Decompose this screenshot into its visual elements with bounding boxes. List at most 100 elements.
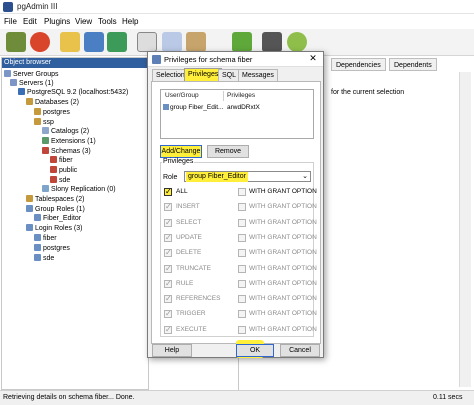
group-role-icon	[163, 104, 169, 110]
menu-file[interactable]: File	[4, 17, 17, 26]
privilege-label: RULE	[176, 279, 194, 287]
checkbox-grant-option[interactable]	[238, 249, 246, 258]
properties-icon[interactable]	[84, 32, 104, 52]
database-icon	[34, 108, 41, 115]
grant-option-label: WITH GRANT OPTION	[249, 218, 317, 226]
schema-icon	[50, 176, 57, 183]
grant-option-label: WITH GRANT OPTION	[249, 310, 317, 318]
tab-sql[interactable]: SQL	[218, 69, 241, 81]
list-row-privileges: arwdDRxtX	[227, 104, 260, 111]
checkbox-update[interactable]	[164, 233, 172, 242]
tree-item[interactable]: fiber	[50, 156, 73, 166]
checkbox-truncate[interactable]	[164, 264, 172, 273]
checkbox-references[interactable]	[164, 294, 172, 304]
cancel-button[interactable]: Cancel	[280, 344, 320, 357]
checkbox-delete[interactable]	[164, 248, 172, 258]
recycle-icon[interactable]	[107, 32, 127, 52]
vertical-scrollbar[interactable]	[459, 72, 471, 387]
grant-option-label: WITH GRANT OPTION	[249, 203, 317, 211]
checkbox-grant-option[interactable]	[238, 325, 246, 334]
checkbox-insert[interactable]	[164, 202, 172, 212]
refresh-icon[interactable]	[30, 32, 50, 52]
checkbox-execute[interactable]	[164, 325, 172, 334]
add-change-button[interactable]: Add/Change	[160, 145, 202, 158]
grant-option-label: WITH GRANT OPTION	[249, 295, 317, 303]
tree-item[interactable]: public	[50, 166, 77, 176]
tree-item[interactable]: sde	[34, 254, 54, 264]
privilege-label: DELETE	[176, 249, 202, 257]
dialog-title: Privileges for schema fiber	[164, 55, 253, 64]
privilege-label: TRIGGER	[176, 310, 206, 318]
checkbox-select[interactable]	[164, 218, 172, 227]
folder-icon[interactable]	[60, 32, 80, 52]
remove-button[interactable]: Remove	[207, 145, 249, 158]
database-icon	[34, 118, 41, 125]
tree-item[interactable]: Slony Replication (0)	[42, 185, 116, 195]
checkbox-all[interactable]	[164, 187, 172, 196]
tree-item[interactable]: Databases (2)	[26, 98, 79, 108]
role-select[interactable]: group Fiber_Editor ⌄	[184, 171, 311, 182]
tree-item[interactable]: Extensions (1)	[42, 137, 96, 147]
checkbox-grant-option[interactable]	[238, 218, 246, 227]
grant-option-label: WITH GRANT OPTION	[249, 249, 317, 257]
tree-item[interactable]: PostgreSQL 9.2 (localhost:5432)	[18, 88, 128, 98]
checkbox-grant-option[interactable]	[238, 279, 246, 288]
checkbox-grant-option[interactable]	[238, 188, 246, 196]
checkbox-grant-option[interactable]	[238, 203, 246, 212]
login-role-icon	[34, 244, 41, 251]
menu-tools[interactable]: Tools	[98, 17, 117, 26]
tree-item[interactable]: Fiber_Editor	[34, 214, 81, 224]
grant-option-label: WITH GRANT OPTION	[249, 279, 317, 287]
table-icon[interactable]	[162, 32, 182, 52]
grant-option-label: WITH GRANT OPTION	[249, 325, 317, 333]
window-title: pgAdmin III	[17, 2, 58, 11]
ok-button[interactable]: OK	[236, 344, 274, 357]
menu-view[interactable]: View	[75, 17, 92, 26]
tree-item[interactable]: Tablespaces (2)	[26, 195, 84, 205]
checkbox-grant-option[interactable]	[238, 295, 246, 304]
window-titlebar: pgAdmin III	[0, 0, 474, 14]
tree-item[interactable]: postgres	[34, 244, 70, 254]
status-bar: Retrieving details on schema fiber... Do…	[0, 390, 474, 405]
extensions-icon	[42, 137, 49, 144]
tab-privileges[interactable]: Privileges	[184, 68, 223, 81]
privileges-group-label: Privileges	[162, 158, 195, 165]
checkbox-trigger[interactable]	[164, 309, 172, 319]
list-header-user: User/Group	[165, 92, 199, 99]
menu-help[interactable]: Help	[122, 17, 138, 26]
menu-edit[interactable]: Edit	[23, 17, 37, 26]
checkbox-grant-option[interactable]	[238, 310, 246, 319]
tree-item[interactable]: postgres	[34, 108, 70, 118]
privileges-tab-body: User/Group Privileges group Fiber_Edit..…	[151, 81, 321, 344]
status-time: 0.11 secs	[433, 394, 463, 401]
privilege-label: REFERENCES	[176, 295, 221, 303]
chevron-down-icon: ⌄	[302, 173, 308, 180]
tree-item[interactable]: Login Roles (3)	[26, 224, 82, 234]
privileges-list[interactable]: User/Group Privileges group Fiber_Edit..…	[160, 89, 314, 139]
list-row-user[interactable]: group Fiber_Edit...	[163, 104, 223, 111]
list-header-divider	[223, 91, 224, 101]
checkbox-grant-option[interactable]	[238, 233, 246, 242]
menu-plugins[interactable]: Plugins	[44, 17, 70, 26]
tab-dependents[interactable]: Dependents	[389, 58, 437, 71]
close-icon[interactable]: ✕	[307, 53, 319, 64]
schema-icon	[50, 156, 57, 163]
sql-icon[interactable]	[137, 32, 157, 52]
tree-item[interactable]: fiber	[34, 234, 57, 244]
dialog-titlebar: Privileges for schema fiber ✕	[148, 52, 323, 67]
tree-item[interactable]: Catalogs (2)	[42, 127, 89, 137]
schemas-icon	[42, 147, 49, 154]
menu-bar: File Edit Plugins View Tools Help	[0, 15, 474, 29]
checkbox-rule[interactable]	[164, 279, 172, 288]
help-icon[interactable]	[287, 32, 307, 52]
tab-dependencies[interactable]: Dependencies	[331, 58, 386, 71]
help-button[interactable]: Help	[152, 344, 192, 357]
pencil-icon[interactable]	[186, 32, 206, 52]
right-pane-text: for the current selection	[331, 89, 405, 96]
connect-icon[interactable]	[6, 32, 26, 52]
tab-messages[interactable]: Messages	[238, 69, 278, 81]
plugin-icon[interactable]	[232, 32, 252, 52]
filter-icon[interactable]	[262, 32, 282, 52]
checkbox-grant-option[interactable]	[238, 264, 246, 273]
privilege-label: EXECUTE	[176, 325, 207, 333]
